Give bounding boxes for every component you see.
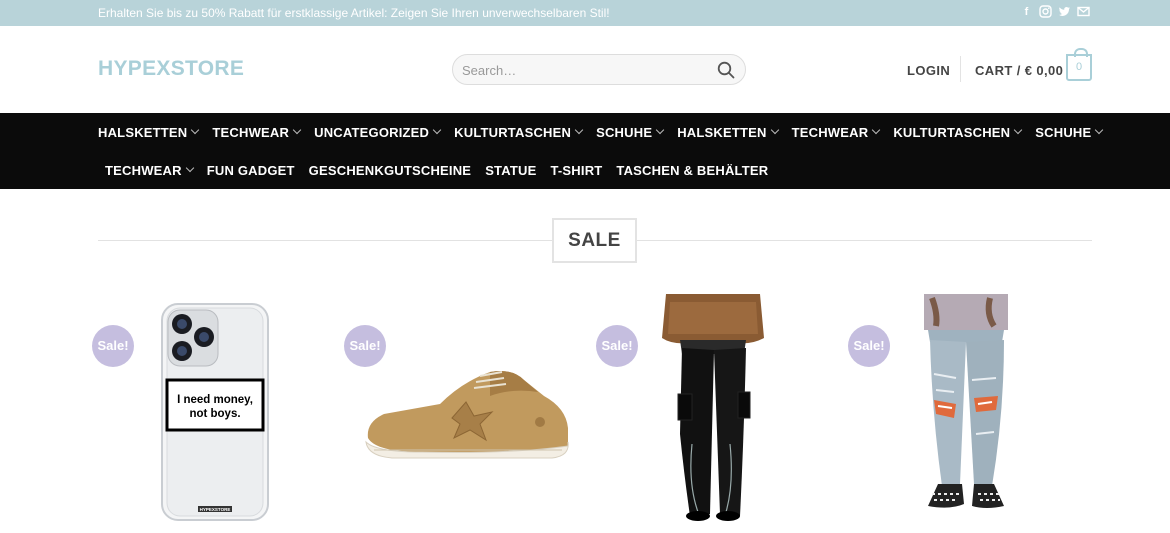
nav-item-kulturtaschen-2[interactable]: KULTURTASCHEN (893, 124, 1023, 140)
twitter-icon[interactable] (1058, 5, 1071, 19)
cart-link[interactable]: CART / € 0,00 (975, 63, 1063, 78)
nav-row-1: HALSKETTEN TECHWEAR UNCATEGORIZED KULTUR… (98, 124, 1116, 140)
login-link[interactable]: LOGIN (907, 63, 950, 78)
nav-item-kulturtaschen[interactable]: KULTURTASCHEN (454, 124, 584, 140)
chevron-down-icon (1095, 125, 1104, 135)
case-text-1: I need money, (177, 394, 253, 406)
sale-badge: Sale! (344, 325, 386, 367)
phone-case-image[interactable]: I need money, not boys. HYPEXSTORE (160, 302, 270, 522)
chevron-down-icon (872, 125, 881, 135)
nav-item-taschen-behaelter[interactable]: TASCHEN & BEHÄLTER (616, 162, 768, 178)
nav-item-schuhe[interactable]: SCHUHE (596, 124, 665, 140)
nav-item-halsketten[interactable]: HALSKETTEN (98, 124, 200, 140)
main-navigation: HALSKETTEN TECHWEAR UNCATEGORIZED KULTUR… (0, 113, 1170, 189)
sale-badge: Sale! (92, 325, 134, 367)
sneaker-image[interactable] (362, 362, 572, 466)
nav-item-halsketten-2[interactable]: HALSKETTEN (677, 124, 779, 140)
nav-item-techwear[interactable]: TECHWEAR (212, 124, 302, 140)
section-title: SALE (552, 218, 637, 263)
black-cargo-pants-image[interactable] (660, 294, 766, 522)
promo-text: Erhalten Sie bis zu 50% Rabatt für erstk… (98, 6, 610, 20)
case-text-2: not boys. (189, 408, 240, 420)
search-input[interactable] (462, 61, 702, 79)
social-links: f (1020, 5, 1090, 19)
nav-row-2: TECHWEAR FUN GADGET GESCHENKGUTSCHEINE S… (105, 162, 782, 178)
search-box (452, 54, 746, 85)
nav-item-techwear-2[interactable]: TECHWEAR (792, 124, 881, 140)
sale-badge: Sale! (596, 325, 638, 367)
ripped-jeans-image[interactable] (920, 294, 1012, 524)
case-brand: HYPEXSTORE (200, 507, 231, 512)
site-logo[interactable]: HYPEXSTORE (98, 57, 244, 81)
chevron-down-icon (770, 125, 779, 135)
nav-item-schuhe-2[interactable]: SCHUHE (1035, 124, 1104, 140)
chevron-down-icon (655, 125, 665, 135)
cart-count-icon[interactable]: 0 (1066, 48, 1092, 81)
chevron-down-icon (292, 125, 302, 135)
nav-item-fun-gadget[interactable]: FUN GADGET (207, 162, 295, 178)
sale-badge: Sale! (848, 325, 890, 367)
nav-item-geschenkgutscheine[interactable]: GESCHENKGUTSCHEINE (309, 162, 472, 178)
chevron-down-icon (191, 125, 200, 135)
search-icon[interactable] (717, 61, 735, 79)
header-divider (960, 56, 961, 82)
chevron-down-icon (1014, 125, 1023, 135)
nav-item-statue[interactable]: STATUE (485, 162, 536, 178)
instagram-icon[interactable] (1039, 5, 1052, 19)
top-bar: Erhalten Sie bis zu 50% Rabatt für erstk… (0, 0, 1170, 26)
facebook-icon[interactable]: f (1020, 5, 1033, 19)
chevron-down-icon (574, 125, 584, 135)
nav-item-t-shirt[interactable]: T-SHIRT (550, 162, 602, 178)
nav-item-uncategorized[interactable]: UNCATEGORIZED (314, 124, 442, 140)
nav-item-techwear-3[interactable]: TECHWEAR (105, 162, 194, 178)
chevron-down-icon (185, 163, 194, 173)
site-header: HYPEXSTORE LOGIN CART / € 0,00 0 (0, 26, 1170, 113)
email-icon[interactable] (1077, 5, 1090, 19)
chevron-down-icon (432, 125, 442, 135)
